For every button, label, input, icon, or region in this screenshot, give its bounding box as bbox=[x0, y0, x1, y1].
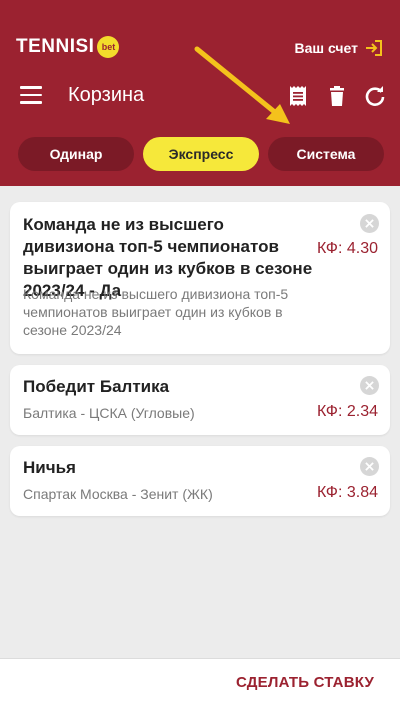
bet-card[interactable]: Ничья Спартак Москва - Зенит (ЖК) КФ: 3.… bbox=[10, 446, 390, 516]
tab-express[interactable]: Экспресс bbox=[143, 137, 259, 171]
bet-title: Победит Балтика bbox=[23, 377, 170, 396]
remove-bet-button[interactable] bbox=[360, 376, 379, 395]
app-header: TENNISI bet Ваш счет Корзина Одинар Эксп… bbox=[0, 0, 400, 186]
bet-odds: КФ: 2.34 bbox=[317, 403, 378, 420]
place-bet-button[interactable]: СДЕЛАТЬ СТАВКУ bbox=[236, 674, 374, 691]
logo-badge: bet bbox=[97, 36, 120, 58]
tab-single[interactable]: Одинар bbox=[18, 137, 134, 171]
trash-icon[interactable] bbox=[325, 84, 349, 108]
logo-text: TENNISI bbox=[16, 36, 95, 57]
refresh-icon[interactable] bbox=[363, 84, 387, 108]
bet-card[interactable]: Команда не из высшего дивизиона топ-5 че… bbox=[10, 202, 390, 354]
bet-event: Балтика - ЦСКА (Угловые) bbox=[23, 405, 195, 421]
bet-card[interactable]: Победит Балтика Балтика - ЦСКА (Угловые)… bbox=[10, 365, 390, 435]
footer-bar: СДЕЛАТЬ СТАВКУ bbox=[0, 658, 400, 706]
login-icon bbox=[366, 40, 382, 56]
bet-odds: КФ: 3.84 bbox=[317, 484, 378, 501]
bet-event: Спартак Москва - Зенит (ЖК) bbox=[23, 486, 213, 502]
account-button[interactable]: Ваш счет bbox=[295, 38, 384, 58]
bet-event: Команда не из высшего дивизиона топ-5 че… bbox=[23, 286, 289, 338]
close-icon bbox=[365, 462, 374, 471]
bet-title: Ничья bbox=[23, 458, 76, 477]
hamburger-menu-icon[interactable] bbox=[20, 86, 42, 106]
receipt-icon[interactable] bbox=[286, 84, 310, 108]
bet-odds: КФ: 4.30 bbox=[317, 240, 378, 257]
close-icon bbox=[365, 381, 374, 390]
remove-bet-button[interactable] bbox=[360, 214, 379, 233]
bet-type-tabs: Одинар Экспресс Система bbox=[18, 137, 384, 171]
close-icon bbox=[365, 219, 374, 228]
account-label: Ваш счет bbox=[294, 40, 358, 56]
remove-bet-button[interactable] bbox=[360, 457, 379, 476]
page-title: Корзина bbox=[68, 84, 145, 106]
tab-system[interactable]: Система bbox=[268, 137, 384, 171]
toolbar: Корзина bbox=[0, 80, 400, 114]
tennisi-logo[interactable]: TENNISI bet bbox=[16, 36, 120, 58]
